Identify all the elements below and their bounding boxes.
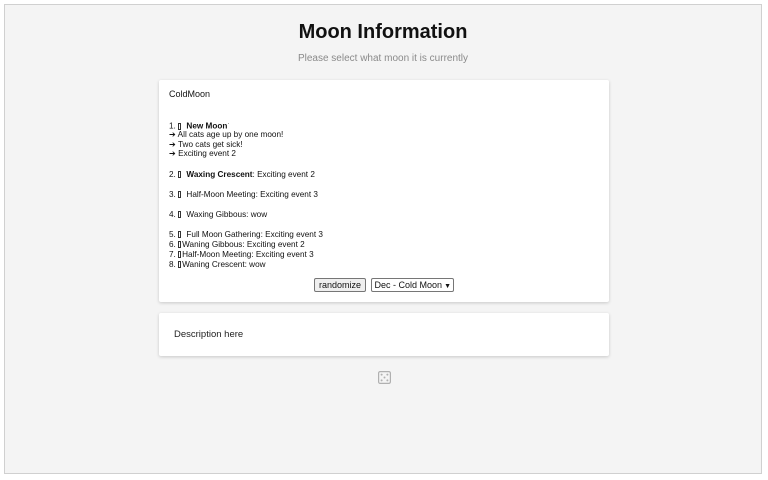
description-card: Description here (159, 313, 609, 356)
event-number: 5. (169, 230, 176, 240)
event-text: Full Moon Gathering: Exciting event 3 (186, 230, 323, 240)
chevron-down-icon: ▼ (444, 283, 451, 290)
missing-glyph-box-icon (178, 190, 182, 198)
event-number: 3. (169, 189, 176, 199)
randomize-button[interactable]: randomize (313, 278, 367, 292)
moon-controls: randomize Dec - Cold Moon ▼ (159, 278, 609, 292)
list-item: 6. Waning Gibbous: Exciting event 2 (169, 240, 323, 250)
event-text: : Exciting event 2 (252, 169, 315, 179)
dice-icon[interactable] (378, 371, 391, 384)
event-number: 6. (169, 239, 176, 249)
moon-name: ColdMoon (169, 89, 211, 99)
sub-event: ➔ All cats age up by one moon! (169, 129, 284, 139)
event-number: 7. (169, 249, 176, 259)
event-name: Waxing Crescent (186, 169, 253, 179)
list-item: 8. Waning Crescent: wow (169, 260, 323, 270)
sub-event: ➔ Two cats get sick! (169, 139, 243, 149)
page-title: Moon Information (298, 21, 468, 43)
page-frame: Moon Information Please select what moon… (4, 4, 762, 474)
event-text: Waning Gibbous: Exciting event 2 (182, 239, 305, 249)
list-item: 5. Full Moon Gathering: Exciting event 3 (169, 230, 323, 240)
list-item: 2. Waxing Crescent: Exciting event 2 (169, 170, 323, 180)
list-item: 7. Half-Moon Meeting: Exciting event 3 (169, 250, 323, 260)
list-item: 3. Half-Moon Meeting: Exciting event 3 (169, 190, 323, 200)
missing-glyph-box-icon (178, 240, 182, 248)
missing-glyph-box-icon (178, 250, 182, 258)
page-subtitle: Please select what moon it is currently (297, 53, 469, 64)
moon-select[interactable]: Dec - Cold Moon ▼ (370, 278, 454, 292)
event-number: 2. (169, 169, 176, 179)
description-text: Description here (174, 329, 244, 340)
event-text: Waxing Gibbous: wow (186, 209, 268, 219)
sub-event: ➔ Exciting event 2 (169, 149, 236, 159)
missing-glyph-box-icon (178, 170, 182, 178)
moon-select-value: Dec - Cold Moon (374, 280, 443, 290)
moon-info-card: ColdMoon 1. New Moon· ➔ All cats age up … (159, 80, 609, 302)
event-text: Half-Moon Meeting: Exciting event 3 (186, 189, 318, 199)
list-item: 4. Waxing Gibbous: wow (169, 210, 323, 220)
moon-event-list: 1. New Moon· ➔ All cats age up by one mo… (169, 120, 323, 269)
event-suffix: · (227, 121, 230, 127)
list-item: 1. New Moon· (169, 120, 323, 131)
event-number: 4. (169, 209, 176, 219)
missing-glyph-box-icon (178, 210, 182, 218)
event-text: Waning Crescent: wow (182, 259, 266, 269)
missing-glyph-box-icon (178, 231, 182, 239)
missing-glyph-box-icon (178, 260, 182, 268)
event-text: Half-Moon Meeting: Exciting event 3 (182, 249, 314, 259)
missing-glyph-box-icon (178, 122, 182, 130)
event-number: 8. (169, 259, 176, 269)
